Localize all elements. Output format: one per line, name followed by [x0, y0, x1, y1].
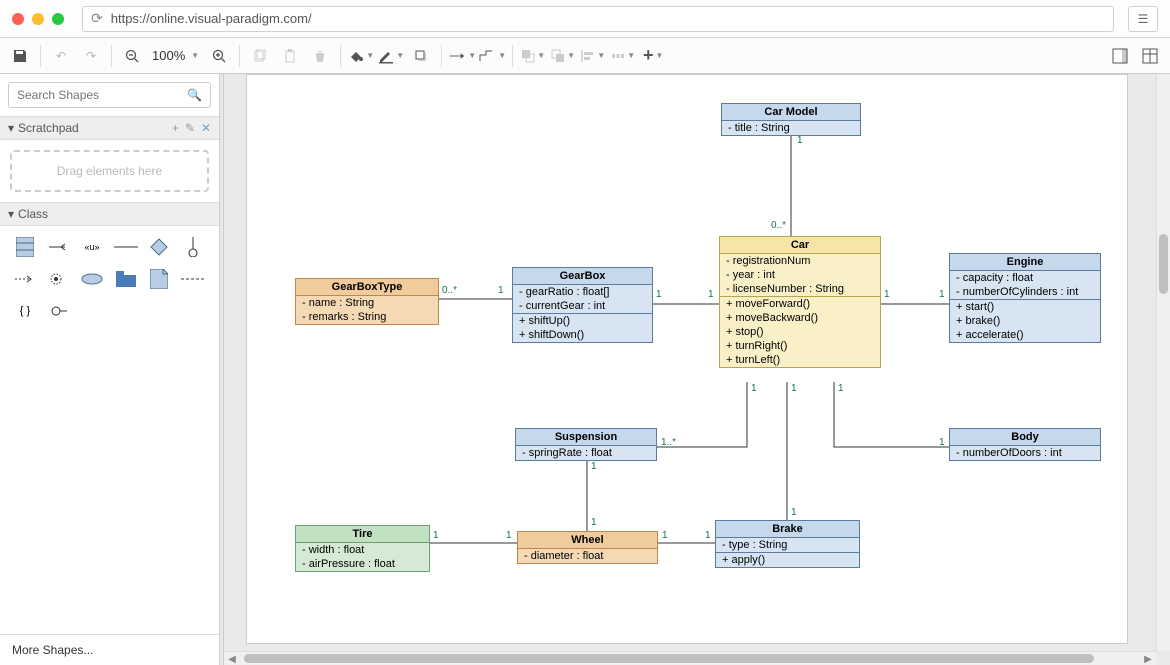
- redo-button[interactable]: ↷: [77, 42, 105, 70]
- mult-label: 1: [939, 437, 945, 448]
- canvas[interactable]: 1 0..* 1 1 1 1 1 0..* 1 1 1 1..* 1 1 1 1…: [224, 74, 1170, 665]
- zoom-in-button[interactable]: [205, 42, 233, 70]
- class-suspension[interactable]: Suspension - springRate : float: [515, 428, 657, 461]
- line-color-button[interactable]: ▼: [377, 42, 405, 70]
- class-gearbox[interactable]: GearBox - gearRatio : float[] - currentG…: [512, 267, 653, 343]
- palette-diamond[interactable]: [146, 236, 172, 258]
- mult-label: 1: [506, 530, 512, 541]
- mult-label: 0..*: [442, 285, 457, 296]
- palette-realization[interactable]: [46, 268, 72, 290]
- mult-label: 1: [791, 383, 797, 394]
- waypoints-button[interactable]: ▼: [478, 42, 506, 70]
- minimize-window-button[interactable]: [32, 13, 44, 25]
- palette-package[interactable]: [113, 268, 139, 290]
- mult-label: 1: [838, 383, 844, 394]
- diagram-page[interactable]: 1 0..* 1 1 1 1 1 0..* 1 1 1 1..* 1 1 1 1…: [246, 74, 1128, 644]
- mult-label: 1: [656, 289, 662, 300]
- scrollbar-horizontal[interactable]: ◀ ▶: [224, 651, 1156, 665]
- palette-lollipop[interactable]: [46, 300, 72, 322]
- palette-dashed[interactable]: [180, 268, 206, 290]
- fill-color-button[interactable]: ▼: [347, 42, 375, 70]
- scrollbar-thumb[interactable]: [1159, 234, 1168, 294]
- shape-palette: «u» { }: [0, 226, 219, 332]
- undo-button[interactable]: ↶: [47, 42, 75, 70]
- collapse-icon: ▾: [8, 121, 14, 135]
- palette-dependency[interactable]: [12, 268, 38, 290]
- close-window-button[interactable]: [12, 13, 24, 25]
- delete-button[interactable]: [306, 42, 334, 70]
- search-input[interactable]: [17, 88, 187, 102]
- add-button[interactable]: +▼: [639, 42, 667, 70]
- shadow-button[interactable]: [407, 42, 435, 70]
- palette-line[interactable]: [113, 236, 139, 258]
- browser-menu-button[interactable]: ☰: [1128, 6, 1158, 32]
- distribute-button[interactable]: ▼: [609, 42, 637, 70]
- save-button[interactable]: [6, 42, 34, 70]
- app-toolbar: ↶ ↷ 100%▼ ▼ ▼ ▼ ▼ ▼ ▼ ▼ ▼ +▼: [0, 38, 1170, 74]
- mult-label: 0..*: [771, 220, 786, 231]
- close-scratchpad-icon[interactable]: ✕: [201, 121, 211, 135]
- shape-search[interactable]: 🔍: [8, 82, 211, 108]
- palette-constraint[interactable]: { }: [12, 300, 38, 322]
- scrollbar-thumb[interactable]: [244, 654, 1094, 663]
- palette-note[interactable]: [146, 268, 172, 290]
- window-controls: [12, 13, 64, 25]
- mult-label: 1: [705, 530, 711, 541]
- outline-panel-button[interactable]: [1136, 42, 1164, 70]
- url-text: https://online.visual-paradigm.com/: [111, 11, 312, 26]
- class-car[interactable]: Car - registrationNum - year : int - lic…: [719, 236, 881, 368]
- maximize-window-button[interactable]: [52, 13, 64, 25]
- mult-label: 1: [939, 289, 945, 300]
- class-gearboxtype[interactable]: GearBoxType - name : String - remarks : …: [295, 278, 439, 325]
- sidebar: 🔍 ▾ Scratchpad + ✎ ✕ Drag elements here …: [0, 74, 220, 665]
- chevron-down-icon: ▼: [191, 51, 199, 60]
- mult-label: 1: [591, 517, 597, 528]
- mult-label: 1: [791, 507, 797, 518]
- palette-usecase[interactable]: [79, 268, 105, 290]
- mult-label: 1: [884, 289, 890, 300]
- format-panel-button[interactable]: [1106, 42, 1134, 70]
- scrollbar-vertical[interactable]: [1156, 74, 1170, 651]
- connection-style-button[interactable]: ▼: [448, 42, 476, 70]
- class-palette-header[interactable]: ▾ Class: [0, 202, 219, 226]
- mult-label: 1: [797, 135, 803, 146]
- copy-button[interactable]: [246, 42, 274, 70]
- class-tire[interactable]: Tire - width : float - airPressure : flo…: [295, 525, 430, 572]
- search-icon[interactable]: 🔍: [187, 88, 202, 102]
- scroll-right-icon[interactable]: ▶: [1142, 653, 1154, 665]
- to-back-button[interactable]: ▼: [549, 42, 577, 70]
- reload-icon[interactable]: ⟳: [91, 10, 103, 27]
- class-engine[interactable]: Engine - capacity : float - numberOfCyli…: [949, 253, 1101, 343]
- mult-label: 1: [433, 530, 439, 541]
- browser-bar: ⟳ https://online.visual-paradigm.com/ ☰: [0, 0, 1170, 38]
- mult-label: 1: [498, 285, 504, 296]
- mult-label: 1: [662, 530, 668, 541]
- mult-label: 1..*: [661, 437, 676, 448]
- class-body[interactable]: Body - numberOfDoors : int: [949, 428, 1101, 461]
- zoom-level[interactable]: 100%▼: [148, 48, 203, 63]
- mult-label: 1: [708, 289, 714, 300]
- url-bar[interactable]: ⟳ https://online.visual-paradigm.com/: [82, 6, 1114, 32]
- paste-button[interactable]: [276, 42, 304, 70]
- class-wheel[interactable]: Wheel - diameter : float: [517, 531, 658, 564]
- align-button[interactable]: ▼: [579, 42, 607, 70]
- edit-scratchpad-icon[interactable]: ✎: [185, 121, 195, 135]
- add-scratchpad-icon[interactable]: +: [172, 121, 179, 135]
- palette-stereotype[interactable]: «u»: [79, 236, 105, 258]
- more-shapes-button[interactable]: More Shapes...: [0, 634, 219, 665]
- collapse-icon: ▾: [8, 207, 14, 221]
- scratchpad-dropzone[interactable]: Drag elements here: [10, 150, 209, 192]
- mult-label: 1: [591, 461, 597, 472]
- class-carmodel[interactable]: Car Model - title : String: [721, 103, 861, 136]
- scroll-left-icon[interactable]: ◀: [226, 653, 238, 665]
- class-brake[interactable]: Brake - type : String + apply(): [715, 520, 860, 568]
- mult-label: 1: [751, 383, 757, 394]
- zoom-out-button[interactable]: [118, 42, 146, 70]
- palette-class[interactable]: [12, 236, 38, 258]
- palette-association[interactable]: [46, 236, 72, 258]
- palette-interface[interactable]: [180, 236, 206, 258]
- scratchpad-header[interactable]: ▾ Scratchpad + ✎ ✕: [0, 116, 219, 140]
- to-front-button[interactable]: ▼: [519, 42, 547, 70]
